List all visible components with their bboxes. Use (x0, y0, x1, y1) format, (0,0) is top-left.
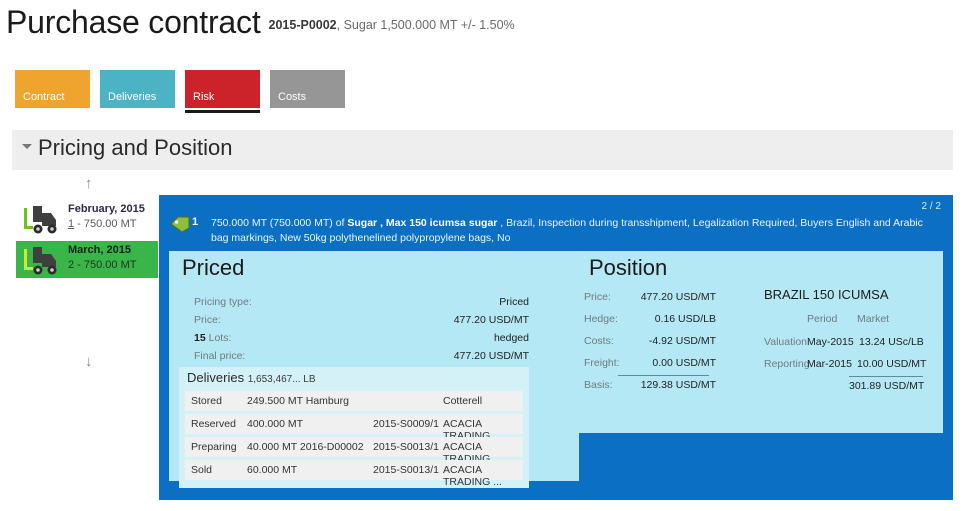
rail-item-qty: - 750.00 MT (74, 218, 137, 230)
delivery-ref: 2015-S0013/1 (373, 464, 439, 476)
delivery-period-rail: ↑ February, 2015 1 - 750.00 MT March, 20… (0, 176, 158, 376)
priced-row-value: 477.20 USD/MT (453, 350, 529, 362)
position-row-value: 0.00 USD/MT (652, 357, 716, 369)
priced-panel: Priced Pricing type: Priced Price: 477.2… (169, 251, 579, 488)
deliveries-total: 1,653,467... LB (247, 374, 316, 385)
desc-pre: 750.000 MT (750.000 MT) of (211, 217, 348, 229)
delivery-qty: 400.000 MT (247, 418, 304, 430)
tab-bar: Contract Deliveries Risk Costs (15, 70, 355, 113)
delivery-ref: 2015-S0013/1 (373, 441, 439, 453)
priced-row-value: Priced (499, 296, 529, 308)
delivery-status: Stored (191, 395, 222, 407)
delivery-party: Cotterell (443, 395, 483, 407)
market-valuation-period: May-2015 (807, 336, 854, 348)
table-row[interactable]: Reserved 400.000 MT 2015-S0009/1 ACACIA … (185, 414, 523, 442)
market-reporting-label: Reporting (764, 358, 810, 370)
market-valuation-market: 13.24 USc/LB (859, 336, 924, 348)
section-header-pricing-and-position[interactable]: Pricing and Position (12, 130, 953, 170)
market-reporting-market: 10.00 USD/MT (857, 358, 927, 370)
priced-row-key: 15 Lots: (194, 332, 231, 344)
chevron-down-icon[interactable] (22, 144, 32, 149)
tab-deliveries[interactable]: Deliveries (100, 70, 175, 108)
priced-panel-title: Priced (182, 255, 245, 280)
rail-item-sub: 2 - 750.00 MT (68, 259, 136, 271)
forklift-truck-icon (24, 206, 57, 234)
tab-risk-label: Risk (193, 91, 215, 103)
position-row-value: 129.38 USD/MT (640, 379, 716, 391)
table-row[interactable]: Stored 249.500 MT Hamburg Cotterell (185, 391, 523, 411)
price-tag-icon (170, 216, 190, 233)
market-title: BRAZIL 150 ICUMSA (764, 287, 889, 302)
delivery-qty: 40.000 MT 2016-D00002 (247, 441, 364, 453)
rail-item-march-2015[interactable]: March, 2015 2 - 750.00 MT (16, 241, 158, 278)
tab-deliveries-label: Deliveries (108, 91, 157, 103)
page-title: Purchase contract (6, 4, 261, 40)
position-panel: Position Price: 477.20 USD/MT Hedge: 0.1… (576, 251, 943, 433)
rail-item-february-2015[interactable]: February, 2015 1 - 750.00 MT (16, 200, 157, 237)
pricing-position-card: 2 / 2 1 750.000 MT (750.000 MT) of Sugar… (159, 195, 953, 500)
delivery-ref: 2015-S0009/1 (373, 418, 439, 430)
card-item-description: 750.000 MT (750.000 MT) of Sugar , Max 1… (211, 216, 936, 246)
forklift-truck-icon (24, 247, 57, 275)
delivery-qty: 60.000 MT (247, 464, 298, 476)
rail-scroll-down-icon[interactable]: ↓ (85, 354, 93, 369)
page-header: Purchase contract 2015-P0002, Sugar 1,500… (6, 4, 965, 52)
tab-costs-label: Costs (278, 91, 307, 103)
tab-contract-label: Contract (23, 91, 65, 103)
deliveries-table-header: Deliveries 1,653,467... LB (187, 370, 316, 385)
card-item-number: 1 (192, 216, 199, 228)
rail-item-qty: - 750.00 MT (74, 259, 137, 271)
tab-risk[interactable]: Risk (185, 70, 260, 113)
tab-costs[interactable]: Costs (270, 70, 345, 108)
rail-item-sub: 1 - 750.00 MT (68, 218, 136, 230)
deliveries-table: Deliveries 1,653,467... LB Stored 249.50… (179, 367, 529, 488)
market-valuation-label: Valuation (764, 336, 808, 348)
deliveries-title: Deliveries (187, 370, 245, 385)
priced-row-key: Final price: (194, 350, 246, 362)
page-subtitle: 2015-P0002, Sugar 1,500.000 MT +/- 1.50% (269, 18, 515, 32)
delivery-status: Reserved (191, 418, 236, 430)
priced-row-value: hedged (493, 332, 529, 344)
priced-row-key: Pricing type: (194, 296, 252, 308)
tab-contract[interactable]: Contract (15, 70, 90, 108)
contract-summary: , Sugar 1,500.000 MT +/- 1.50% (336, 18, 515, 32)
priced-row-key: Price: (194, 314, 221, 326)
rail-item-title: February, 2015 (68, 203, 145, 215)
position-subtotal-rule (618, 375, 709, 376)
delivery-status: Sold (191, 464, 213, 476)
table-row[interactable]: Sold 60.000 MT 2015-S0013/1 ACACIA TRADI… (185, 460, 523, 488)
section-title: Pricing and Position (38, 135, 233, 160)
position-row-value: 0.16 USD/LB (654, 313, 716, 325)
market-total: 301.89 USD/MT (849, 380, 925, 392)
market-col-market: Market (857, 313, 890, 325)
market-subtotal-rule (849, 376, 923, 377)
position-panel-title: Position (589, 255, 668, 280)
rail-item-title: March, 2015 (68, 244, 131, 256)
card-pager: 2 / 2 (921, 201, 941, 212)
delivery-party: ACACIA TRADING ... (443, 464, 502, 488)
rail-scroll-up-icon[interactable]: ↑ (85, 176, 93, 191)
position-row-value: -4.92 USD/MT (648, 335, 716, 347)
table-row[interactable]: Preparing 40.000 MT 2016-D00002 2015-S00… (185, 437, 523, 465)
market-reporting-period: Mar-2015 (807, 358, 852, 370)
priced-lots-count: 15 (194, 332, 206, 344)
priced-lots-label: Lots: (205, 332, 232, 344)
market-col-period: Period (807, 313, 838, 325)
contract-ref: 2015-P0002 (268, 18, 337, 32)
desc-product: Sugar , Max 150 icumsa sugar (347, 217, 498, 229)
delivery-status: Preparing (191, 441, 237, 453)
delivery-qty: 249.500 MT Hamburg (247, 395, 349, 407)
position-row-value: 477.20 USD/MT (640, 291, 716, 303)
priced-row-value: 477.20 USD/MT (453, 314, 529, 326)
